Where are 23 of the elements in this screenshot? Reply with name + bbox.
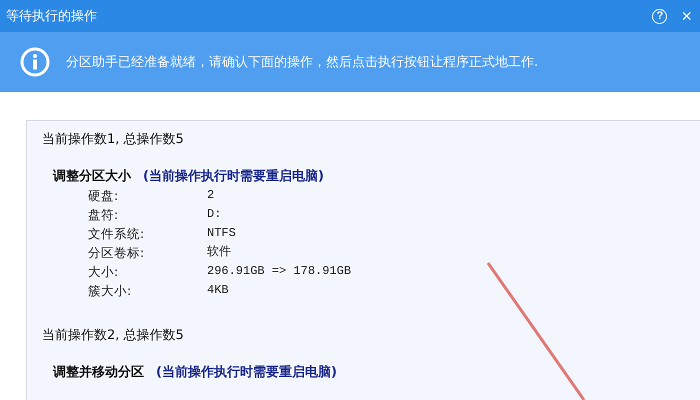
field-label: 簇大小: <box>88 282 132 300</box>
help-button[interactable]: ? <box>652 8 668 24</box>
field-label: 文件系统: <box>88 225 146 243</box>
field-label: 盘符: <box>88 206 120 224</box>
field-label: 分区卷标: <box>88 244 146 262</box>
field-label: 大小: <box>88 263 120 281</box>
operation-counter: 当前操作数1, 总操作数5 <box>42 131 185 149</box>
operation-title: 调整并移动分区 <box>53 364 144 382</box>
field-value: 4KB <box>207 282 230 299</box>
field-label: 硬盘: <box>88 187 120 205</box>
field-value: 软件 <box>207 244 232 261</box>
field-value: D: <box>207 206 222 223</box>
window-title: 等待执行的操作 <box>6 8 98 25</box>
operation-counter: 当前操作数2, 总操作数5 <box>42 327 185 345</box>
field-value: 2 <box>207 187 216 204</box>
operation-note: (当前操作执行时需要重启电脑) <box>143 168 324 186</box>
info-icon <box>20 47 50 77</box>
info-text: 分区助手已经准备就绪，请确认下面的操作，然后点击执行按钮让程序正式地工作. <box>66 54 538 71</box>
operation-title: 调整分区大小 <box>53 168 131 186</box>
field-value: NTFS <box>207 225 237 242</box>
close-button[interactable]: × <box>681 7 692 25</box>
operation-note: (当前操作执行时需要重启电脑) <box>156 364 337 382</box>
field-value: 296.91GB => 178.91GB <box>207 263 352 280</box>
